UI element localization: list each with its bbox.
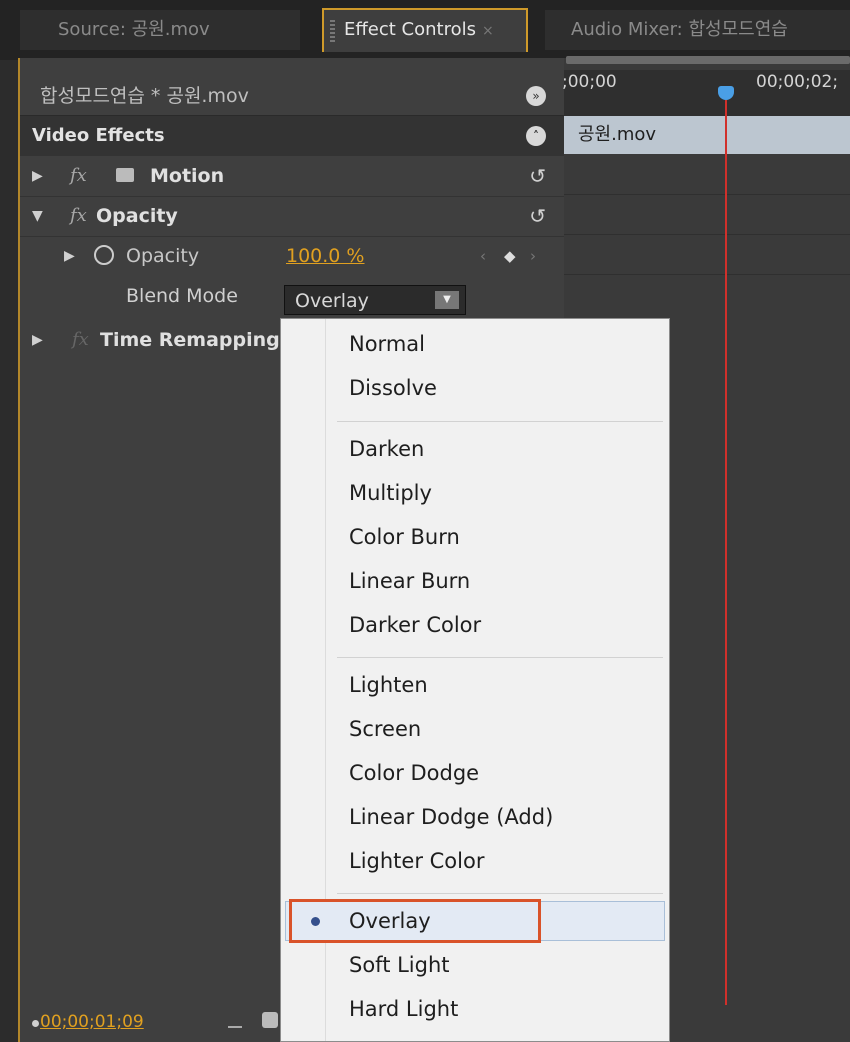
- menu-item-color-burn[interactable]: Color Burn: [349, 525, 460, 549]
- blend-mode-label: Blend Mode: [126, 285, 238, 307]
- prev-keyframe-icon[interactable]: ‹: [480, 236, 486, 276]
- timeline-row-divider: [564, 234, 850, 235]
- menu-item-lighten[interactable]: Lighten: [349, 673, 428, 697]
- menu-item-darken[interactable]: Darken: [349, 437, 424, 461]
- current-timecode[interactable]: 00;00;01;09: [40, 1012, 144, 1032]
- menu-item-dissolve[interactable]: Dissolve: [349, 376, 437, 400]
- menu-separator: [337, 657, 663, 658]
- menu-item-hard-light[interactable]: Hard Light: [349, 997, 458, 1021]
- blend-mode-select-value: Overlay: [295, 290, 369, 312]
- reset-icon[interactable]: ↺: [529, 196, 546, 236]
- next-keyframe-icon[interactable]: ›: [530, 236, 536, 276]
- menu-item-linear-burn[interactable]: Linear Burn: [349, 569, 470, 593]
- fx-icon[interactable]: fx: [70, 156, 87, 196]
- transform-icon[interactable]: [116, 168, 134, 182]
- expand-triangle-icon[interactable]: ▶: [32, 320, 43, 360]
- motion-label: Motion: [150, 165, 225, 187]
- timeline-zoom-scrollbar[interactable]: [566, 56, 850, 64]
- tab-effect-controls-label: Effect Controls: [344, 19, 476, 40]
- timeline-row-divider: [564, 194, 850, 195]
- timeline-row-divider: [564, 274, 850, 275]
- opacity-label: Opacity: [96, 205, 178, 227]
- expand-triangle-icon[interactable]: ▶: [32, 156, 43, 196]
- video-effects-title: Video Effects: [32, 125, 165, 146]
- menu-item-soft-light[interactable]: Soft Light: [349, 953, 450, 977]
- time-ruler-mark: 00;00;02;: [756, 72, 839, 92]
- close-icon[interactable]: ×: [482, 23, 494, 39]
- status-dot-icon: [32, 1020, 39, 1027]
- add-keyframe-icon[interactable]: ◆: [504, 236, 516, 276]
- menu-item-darker-color[interactable]: Darker Color: [349, 613, 481, 637]
- selection-highlight-box: [289, 899, 541, 943]
- fx-icon: fx: [72, 329, 89, 350]
- panel-tab-bar: Source: 공원.mov Effect Controls × Audio Mi…: [0, 0, 850, 60]
- menu-separator: [337, 421, 663, 422]
- zoom-slider-icon[interactable]: [262, 1012, 278, 1028]
- tab-source-label: Source: 공원.mov: [58, 19, 210, 40]
- expand-triangle-icon[interactable]: ▶: [64, 236, 75, 276]
- playhead-line: [725, 100, 727, 1005]
- menu-item-color-dodge[interactable]: Color Dodge: [349, 761, 479, 785]
- menu-item-screen[interactable]: Screen: [349, 717, 421, 741]
- collapse-triangle-icon[interactable]: ▼: [32, 196, 43, 236]
- blend-mode-menu: Normal Dissolve Darken Multiply Color Bu…: [280, 318, 670, 1042]
- clip-title-row: 합성모드연습 * 공원.mov »: [20, 76, 564, 116]
- zoom-out-icon[interactable]: [228, 1018, 242, 1028]
- opacity-property-row: ▶ Opacity 100.0 % ‹ ◆ ›: [20, 236, 564, 276]
- opacity-property-label: Opacity: [126, 245, 200, 267]
- show-hide-timeline-icon[interactable]: »: [526, 86, 546, 106]
- menu-item-multiply[interactable]: Multiply: [349, 481, 432, 505]
- tab-effect-controls[interactable]: Effect Controls ×: [322, 8, 528, 52]
- collapse-icon[interactable]: ˄: [526, 126, 546, 146]
- effect-row-opacity[interactable]: ▼ fx Opacity ↺: [20, 196, 564, 237]
- menu-item-linear-dodge[interactable]: Linear Dodge (Add): [349, 805, 553, 829]
- chevron-down-icon[interactable]: ▼: [435, 291, 459, 309]
- time-remapping-label: Time Remapping: [100, 329, 280, 351]
- tab-source[interactable]: Source: 공원.mov: [20, 10, 300, 50]
- drag-grip-icon[interactable]: [330, 20, 335, 42]
- menu-separator: [337, 893, 663, 894]
- reset-icon[interactable]: ↺: [529, 156, 546, 196]
- menu-item-lighter-color[interactable]: Lighter Color: [349, 849, 484, 873]
- tab-audio-mixer[interactable]: Audio Mixer: 합성모드연습: [545, 10, 850, 50]
- effect-row-motion[interactable]: ▶ fx Motion ↺: [20, 156, 564, 197]
- timeline-clip-label: 공원.mov: [578, 124, 657, 145]
- menu-item-normal[interactable]: Normal: [349, 332, 425, 356]
- blend-mode-select[interactable]: Overlay ▼: [284, 285, 466, 315]
- tab-audio-mixer-label: Audio Mixer: 합성모드연습: [571, 19, 788, 40]
- fx-icon[interactable]: fx: [70, 196, 87, 236]
- time-ruler-start: ;00;00: [562, 72, 617, 92]
- video-effects-header: Video Effects ˄: [20, 116, 564, 156]
- opacity-value[interactable]: 100.0 %: [286, 236, 365, 276]
- clip-title: 합성모드연습 * 공원.mov: [40, 85, 249, 107]
- stopwatch-icon[interactable]: [94, 245, 114, 265]
